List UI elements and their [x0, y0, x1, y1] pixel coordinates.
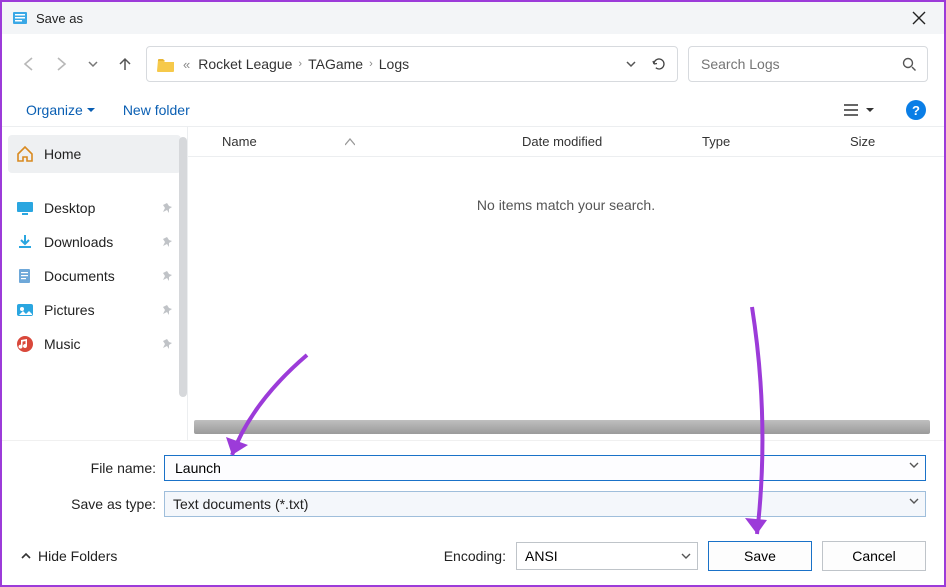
organize-menu[interactable]: Organize — [26, 102, 95, 118]
sidebar-item-downloads[interactable]: Downloads — [2, 225, 187, 259]
column-label: Date modified — [522, 134, 602, 149]
column-name[interactable]: Name — [222, 134, 522, 149]
sidebar-item-label: Documents — [44, 268, 115, 284]
column-headers: Name Date modified Type Size — [188, 127, 944, 157]
column-label: Type — [702, 134, 730, 149]
view-menu[interactable] — [840, 101, 878, 119]
chevron-up-icon — [20, 550, 32, 562]
pin-icon — [162, 271, 173, 282]
home-icon — [16, 145, 34, 163]
pin-icon — [162, 305, 173, 316]
pictures-icon — [16, 301, 34, 319]
address-dropdown[interactable] — [625, 58, 637, 70]
save-button-label: Save — [744, 548, 776, 564]
savetype-label: Save as type: — [20, 496, 156, 512]
encoding-label: Encoding: — [444, 548, 506, 564]
file-pane: Name Date modified Type Size No items ma… — [188, 127, 944, 440]
horizontal-scrollbar[interactable] — [194, 420, 930, 434]
downloads-icon — [16, 233, 34, 251]
sidebar-item-desktop[interactable]: Desktop — [2, 191, 187, 225]
pin-icon — [162, 237, 173, 248]
hide-folders-button[interactable]: Hide Folders — [20, 548, 117, 564]
breadcrumb-item[interactable]: Logs — [379, 56, 409, 72]
organize-label: Organize — [26, 102, 83, 118]
sidebar-item-label: Home — [44, 146, 81, 162]
toolbar: Organize New folder ? — [2, 94, 944, 126]
savetype-value: Text documents (*.txt) — [173, 496, 308, 512]
forward-button[interactable] — [50, 53, 72, 75]
filename-label: File name: — [20, 460, 156, 476]
address-bar[interactable]: « Rocket League › TAGame › Logs — [146, 46, 678, 82]
sidebar-item-label: Downloads — [44, 234, 113, 250]
new-folder-button[interactable]: New folder — [123, 102, 190, 118]
encoding-value: ANSI — [525, 548, 558, 564]
encoding-select[interactable]: ANSI — [516, 542, 698, 570]
filename-input[interactable] — [173, 459, 917, 477]
sidebar-item-label: Desktop — [44, 200, 95, 216]
column-type[interactable]: Type — [702, 134, 850, 149]
breadcrumb-item[interactable]: Rocket League — [198, 56, 292, 72]
sort-indicator-icon — [345, 138, 355, 146]
up-button[interactable] — [114, 53, 136, 75]
desktop-icon — [16, 199, 34, 217]
search-input[interactable] — [699, 55, 901, 73]
music-icon — [16, 335, 34, 353]
save-form: File name: Save as type: Text documents … — [2, 440, 944, 531]
column-date[interactable]: Date modified — [522, 134, 702, 149]
chevron-down-icon[interactable] — [909, 460, 919, 470]
back-button[interactable] — [18, 53, 40, 75]
column-size[interactable]: Size — [850, 134, 944, 149]
column-label: Size — [850, 134, 875, 149]
breadcrumb-item[interactable]: TAGame — [308, 56, 363, 72]
sidebar: Home Desktop Downloads Documents — [2, 127, 188, 440]
column-label: Name — [222, 134, 257, 149]
help-button[interactable]: ? — [906, 100, 926, 120]
breadcrumb-sep-first: « — [183, 57, 190, 72]
refresh-button[interactable] — [651, 56, 667, 72]
footer: Hide Folders Encoding: ANSI Save Cancel — [2, 531, 944, 585]
sidebar-item-home[interactable]: Home — [8, 135, 181, 173]
chevron-down-icon[interactable] — [909, 496, 919, 506]
hide-folders-label: Hide Folders — [38, 548, 117, 564]
savetype-combo[interactable]: Text documents (*.txt) — [164, 491, 926, 517]
chevron-right-icon: › — [369, 58, 373, 70]
sidebar-item-documents[interactable]: Documents — [2, 259, 187, 293]
breadcrumb: Rocket League › TAGame › Logs — [198, 56, 617, 72]
sidebar-item-label: Music — [44, 336, 81, 352]
window-title: Save as — [36, 11, 904, 26]
filename-field[interactable] — [164, 455, 926, 481]
sidebar-item-pictures[interactable]: Pictures — [2, 293, 187, 327]
pin-icon — [162, 203, 173, 214]
sidebar-item-music[interactable]: Music — [2, 327, 187, 361]
sidebar-scrollbar[interactable] — [179, 137, 187, 397]
titlebar: Save as — [2, 2, 944, 34]
documents-icon — [16, 267, 34, 285]
nav-row: « Rocket League › TAGame › Logs — [2, 34, 944, 94]
chevron-right-icon: › — [298, 58, 302, 70]
cancel-button-label: Cancel — [852, 548, 896, 564]
app-icon — [12, 10, 28, 26]
pin-icon — [162, 339, 173, 350]
cancel-button[interactable]: Cancel — [822, 541, 926, 571]
search-icon — [901, 56, 917, 72]
empty-message: No items match your search. — [188, 157, 944, 420]
save-button[interactable]: Save — [708, 541, 812, 571]
chevron-down-icon — [681, 551, 691, 561]
recent-locations-dropdown[interactable] — [82, 53, 104, 75]
folder-icon — [157, 57, 175, 72]
search-box[interactable] — [688, 46, 928, 82]
close-button[interactable] — [904, 7, 934, 29]
sidebar-item-label: Pictures — [44, 302, 95, 318]
